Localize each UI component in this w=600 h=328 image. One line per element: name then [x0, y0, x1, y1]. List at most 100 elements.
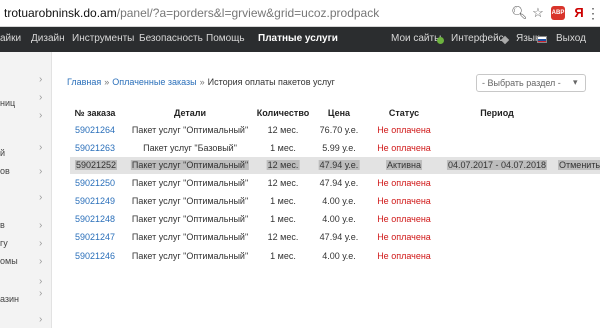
- chevron-right-icon: ›: [39, 276, 43, 287]
- column-header-details: Детали: [173, 108, 207, 118]
- table-row: 59021263 Пакет услуг "Базовый" 1 мес. 5.…: [70, 140, 600, 157]
- nav-item-security[interactable]: Безопасность: [139, 33, 203, 44]
- column-header-period: Период: [480, 108, 514, 118]
- nav-item-design[interactable]: Дизайн: [31, 33, 65, 44]
- sidebar-item[interactable]: ›: [0, 74, 52, 88]
- sidebar-item-label: й: [0, 148, 6, 158]
- order-quantity: 12 мес.: [267, 178, 299, 188]
- sidebar-item-label: азин: [0, 294, 20, 304]
- order-details: Пакет услуг "Оптимальный": [131, 178, 249, 188]
- order-period: 04.07.2017 - 04.07.2018: [446, 160, 548, 170]
- column-header-quantity: Количество: [256, 108, 310, 118]
- order-number-link[interactable]: 59021264: [75, 125, 115, 135]
- nav-item-interface[interactable]: Интерфейс: [451, 33, 504, 44]
- chevron-right-icon: ›: [39, 110, 43, 121]
- order-price: 76.70 у.е.: [319, 125, 359, 135]
- bookmark-star-icon[interactable]: ☆: [530, 5, 546, 21]
- url-domain: trotuarobninsk.do.am: [4, 6, 117, 20]
- breadcrumb-separator: »: [104, 77, 110, 87]
- order-price: 47.94 у.е.: [319, 178, 359, 188]
- browser-toolbar: trotuarobninsk.do.am/panel/?a=porders&l=…: [0, 0, 600, 27]
- table-row: 59021264 Пакет услуг "Оптимальный" 12 ме…: [70, 122, 600, 139]
- order-details: Пакет услуг "Оптимальный": [131, 214, 249, 224]
- order-number-link[interactable]: 59021246: [75, 251, 115, 261]
- order-quantity: 12 мес.: [267, 232, 299, 242]
- order-details: Пакет услуг "Оптимальный": [130, 160, 250, 170]
- order-status: Не оплачена: [377, 214, 431, 224]
- breadcrumb: Главная» Оплаченные заказы» История оплаты…: [67, 77, 335, 87]
- address-bar[interactable]: trotuarobninsk.do.am/panel/?a=porders&l=…: [4, 6, 379, 20]
- chevron-right-icon: ›: [39, 314, 43, 325]
- order-number-link[interactable]: 59021250: [75, 178, 115, 188]
- nav-item-my-sites[interactable]: Мои сайты: [391, 33, 441, 44]
- column-header-status: Статус: [388, 108, 420, 118]
- breadcrumb-current: История оплаты пакетов услуг: [207, 77, 335, 87]
- sidebar-item[interactable]: азин ›: [0, 288, 52, 308]
- sidebar-item[interactable]: в ›: [0, 220, 52, 234]
- cancel-subscription-button[interactable]: Отменить: [558, 160, 600, 170]
- column-header-price: Цена: [327, 108, 351, 118]
- sidebar-item[interactable]: ов ›: [0, 166, 52, 180]
- sidebar-item-label: ниц: [0, 98, 16, 108]
- order-number-link[interactable]: 59021248: [75, 214, 115, 224]
- table-row: 59021246 Пакет услуг "Оптимальный" 1 мес…: [70, 248, 600, 265]
- chevron-right-icon: ›: [39, 192, 43, 203]
- order-status: Не оплачена: [377, 178, 431, 188]
- order-quantity: 1 мес.: [270, 143, 296, 153]
- order-number-link[interactable]: 59021247: [75, 232, 115, 242]
- sidebar-item[interactable]: ›: [0, 276, 52, 290]
- chevron-right-icon: ›: [39, 74, 43, 85]
- zoom-icon[interactable]: 🔍︎: [511, 5, 528, 21]
- adblock-icon[interactable]: ABP: [551, 6, 565, 20]
- breadcrumb-home-link[interactable]: Главная: [67, 77, 101, 87]
- order-details: Пакет услуг "Оптимальный": [131, 125, 249, 135]
- flag-icon: [537, 36, 547, 43]
- table-row: 59021252 Пакет услуг "Оптимальный" 12 ме…: [70, 157, 600, 174]
- order-price: 4.00 у.е.: [322, 214, 356, 224]
- order-number-link[interactable]: 59021263: [75, 143, 115, 153]
- order-details: Пакет услуг "Оптимальный": [131, 232, 249, 242]
- order-status: Не оплачена: [377, 232, 431, 242]
- sidebar-item[interactable]: омы ›: [0, 256, 52, 270]
- sidebar-item-label: гу: [0, 238, 8, 248]
- breadcrumb-separator: »: [199, 77, 205, 87]
- order-price: 4.00 у.е.: [322, 251, 356, 261]
- sidebar-item[interactable]: й ›: [0, 142, 52, 162]
- order-quantity: 1 мес.: [270, 251, 296, 261]
- sidebar-item[interactable]: гу ›: [0, 238, 52, 252]
- breadcrumb-paid-orders-link[interactable]: Оплаченные заказы: [112, 77, 196, 87]
- order-price: 47.94 у.е.: [319, 232, 359, 242]
- nav-item-language[interactable]: Язык: [516, 33, 539, 44]
- chevron-right-icon: ›: [39, 238, 43, 249]
- section-select-value: - Выбрать раздел -: [482, 78, 561, 88]
- nav-item-logout[interactable]: Выход: [556, 33, 586, 44]
- chevron-right-icon: ›: [39, 256, 43, 267]
- order-status: Не оплачена: [377, 251, 431, 261]
- nav-item-help[interactable]: Помощь: [206, 33, 245, 44]
- order-status: Не оплачена: [377, 196, 431, 206]
- sidebar-item[interactable]: ›: [0, 110, 52, 124]
- chevron-down-icon: ▾: [573, 77, 578, 87]
- order-quantity: 1 мес.: [270, 196, 296, 206]
- browser-menu-icon[interactable]: ⋮: [585, 5, 600, 21]
- nav-item-paid-services[interactable]: Платные услуги: [258, 33, 338, 44]
- order-details: Пакет услуг "Оптимальный": [131, 196, 249, 206]
- order-number-link[interactable]: 59021252: [75, 160, 118, 170]
- sites-status-icon: [437, 37, 444, 44]
- nav-item-tools[interactable]: Инструменты: [72, 33, 134, 44]
- sidebar-item[interactable]: ›: [0, 314, 52, 328]
- table-row: 59021249 Пакет услуг "Оптимальный" 1 мес…: [70, 193, 600, 210]
- sidebar-item-label: в: [0, 220, 5, 230]
- order-quantity: 12 мес.: [267, 125, 299, 135]
- order-details: Пакет услуг "Базовый": [143, 143, 237, 153]
- order-status: Активна: [386, 160, 422, 170]
- top-nav: айки Дизайн Инструменты Безопасность Пом…: [0, 27, 600, 52]
- order-number-link[interactable]: 59021249: [75, 196, 115, 206]
- sidebar-item-label: омы: [0, 256, 18, 266]
- sidebar-item[interactable]: ›: [0, 192, 52, 206]
- table-row: 59021247 Пакет услуг "Оптимальный" 12 ме…: [70, 229, 600, 246]
- section-select[interactable]: - Выбрать раздел - ▾: [476, 74, 586, 92]
- nav-item-settings[interactable]: айки: [0, 33, 21, 44]
- chevron-right-icon: ›: [39, 142, 43, 153]
- url-path: /panel/?a=porders&l=grview&grid=ucoz.pro…: [116, 6, 380, 20]
